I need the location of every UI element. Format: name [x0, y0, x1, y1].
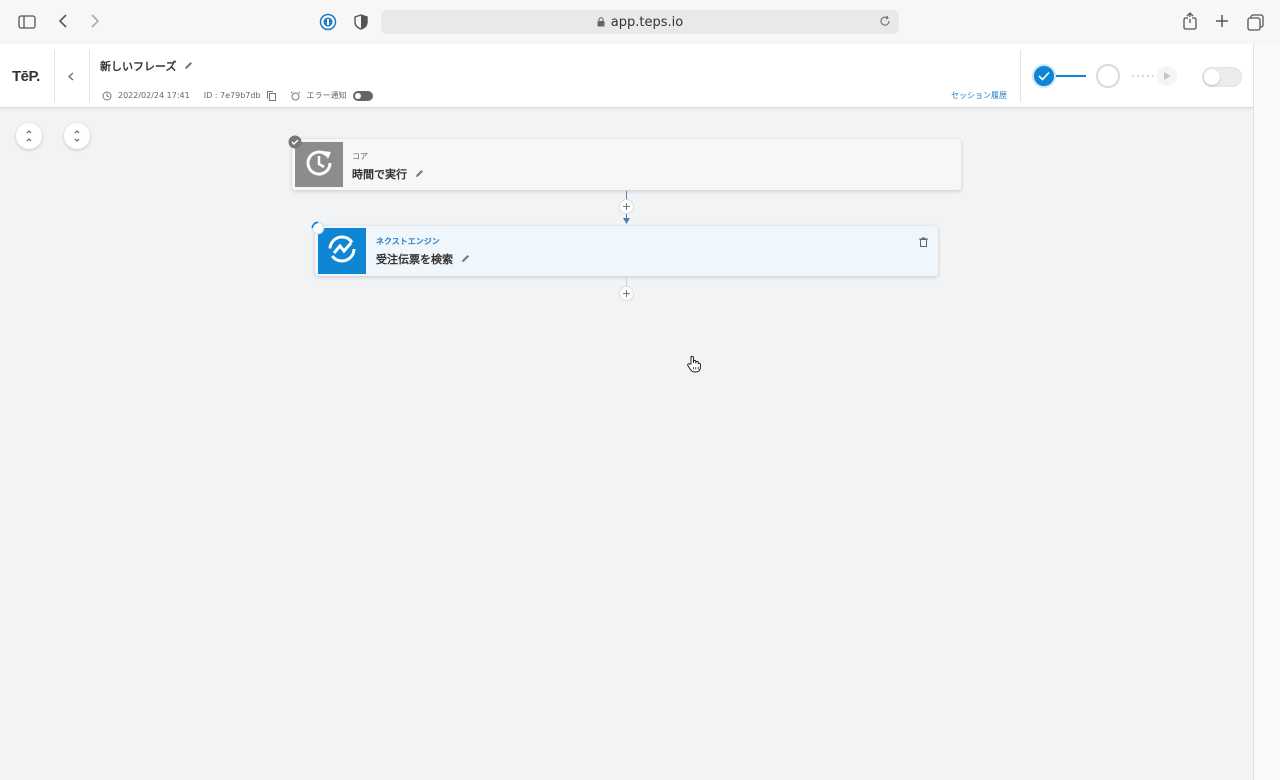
edit-pencil-icon[interactable] [184, 60, 193, 73]
scrollbar-track[interactable] [1253, 44, 1280, 780]
connector-line [626, 191, 627, 199]
flow-title: 新しいフレーズ [100, 58, 193, 74]
edit-pencil-icon[interactable] [415, 168, 424, 181]
node-category: コア [352, 152, 368, 161]
arrow-down-icon [623, 218, 630, 224]
address-bar[interactable]: app.teps.io [381, 10, 899, 34]
divider [1020, 50, 1021, 102]
copy-icon[interactable] [266, 90, 276, 101]
nextengine-logo-icon [326, 233, 358, 269]
add-step-button[interactable]: + [619, 286, 634, 301]
flow-title-text: 新しいフレーズ [100, 60, 177, 73]
reload-icon[interactable] [879, 15, 891, 31]
node-title-text: 時間で実行 [352, 168, 407, 181]
url-text: app.teps.io [610, 14, 684, 30]
run-stepper [1032, 64, 1177, 88]
clock-refresh-icon [302, 146, 336, 184]
flow-node-action[interactable]: ネクストエンジン 受注伝票を検索 [315, 226, 938, 276]
connector-line [626, 277, 627, 286]
step-done-icon[interactable] [1032, 64, 1056, 88]
divider [89, 50, 90, 102]
chevrons-expand-icon [72, 127, 82, 146]
shield-icon[interactable] [353, 13, 369, 31]
hand-cursor-icon [687, 355, 701, 373]
trash-icon[interactable] [919, 232, 928, 251]
flow-id: ID : 7e79b7db [203, 91, 261, 100]
play-icon[interactable] [1157, 66, 1177, 86]
flow-meta: 2022/02/24 17:41 ID : 7e79b7db エラー通知 [102, 90, 379, 101]
alarm-icon [290, 90, 301, 101]
node-category: ネクストエンジン [376, 237, 440, 246]
flow-active-toggle[interactable] [1202, 67, 1242, 87]
clock-icon [102, 91, 112, 101]
divider [54, 50, 55, 102]
teps-logo[interactable]: TēP. [12, 68, 40, 85]
node-title: 受注伝票を検索 [376, 251, 470, 267]
chevrons-collapse-icon [24, 127, 34, 146]
plus-icon: + [621, 287, 632, 300]
expand-all-button[interactable] [64, 123, 90, 149]
flow-node-trigger[interactable]: コア 時間で実行 [292, 139, 961, 190]
session-history-link[interactable]: セッション履歴 [951, 90, 1007, 101]
node-icon-bg [318, 228, 366, 274]
node-title-text: 受注伝票を検索 [376, 253, 453, 266]
sidebar-toggle-icon[interactable] [18, 13, 36, 31]
password-manager-icon[interactable] [319, 13, 337, 31]
node-title: 時間で実行 [352, 166, 424, 182]
forward-icon[interactable] [87, 12, 101, 30]
loading-spinner-icon [311, 221, 325, 235]
node-icon-bg [295, 142, 343, 187]
plus-icon: + [621, 200, 632, 213]
timestamp: 2022/02/24 17:41 [118, 91, 190, 100]
step-pending-icon[interactable] [1096, 64, 1120, 88]
share-icon[interactable] [1182, 11, 1198, 31]
edit-pencil-icon[interactable] [461, 253, 470, 266]
new-tab-icon[interactable] [1214, 13, 1230, 29]
add-step-button[interactable]: + [619, 199, 634, 214]
check-badge-icon [288, 135, 302, 149]
collapse-all-button[interactable] [16, 123, 42, 149]
error-notify-label: エラー通知 [306, 91, 347, 100]
error-notify-toggle[interactable] [352, 90, 373, 101]
back-button[interactable] [62, 67, 80, 85]
back-icon[interactable] [56, 12, 70, 30]
tab-overview-icon[interactable] [1246, 13, 1264, 31]
lock-icon [597, 17, 605, 27]
browser-toolbar: app.teps.io [0, 0, 1280, 44]
